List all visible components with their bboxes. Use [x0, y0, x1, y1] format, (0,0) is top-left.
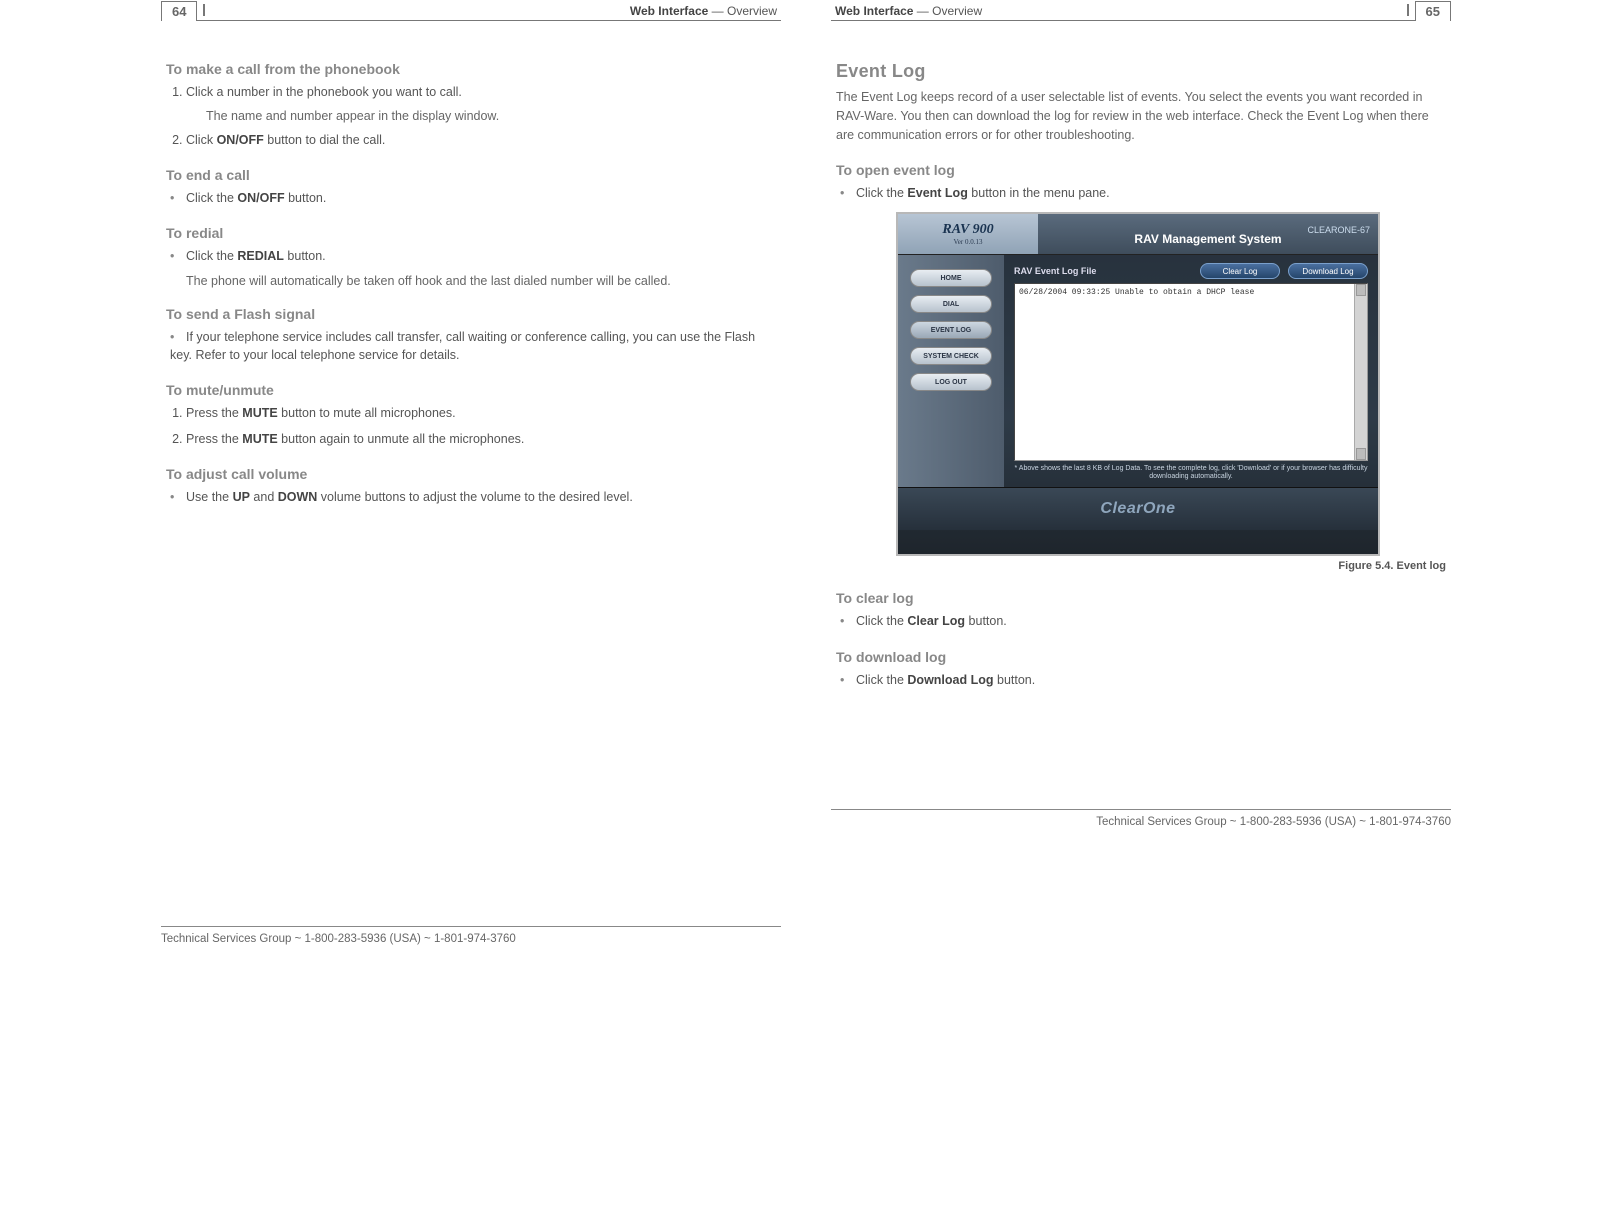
- log-file-label: RAV Event Log File: [1014, 266, 1192, 276]
- page-64: 64 Web Interface — Overview To make a ca…: [161, 0, 781, 985]
- list: Press the MUTE button to mute all microp…: [166, 404, 776, 448]
- page-footer: Technical Services Group ~ 1-800-283-593…: [161, 926, 781, 945]
- menu-button-system-check[interactable]: SYSTEM CHECK: [910, 347, 992, 365]
- figure-event-log-screenshot: RAV 900 Ver 0.0.13 CLEARONE-67 RAV Manag…: [896, 212, 1380, 556]
- subheading: To send a Flash signal: [166, 306, 776, 322]
- rav-logo: RAV 900 Ver 0.0.13: [898, 214, 1038, 254]
- subheading: To adjust call volume: [166, 466, 776, 482]
- menu-button-event-log[interactable]: EVENT LOG: [910, 321, 992, 339]
- list: Click a number in the phonebook you want…: [166, 83, 776, 149]
- log-hint-text: * Above shows the last 8 KB of Log Data.…: [1014, 465, 1368, 482]
- list-item: If your telephone service includes call …: [170, 328, 776, 364]
- menu-button-dial[interactable]: DIAL: [910, 295, 992, 313]
- page-header: 64 Web Interface — Overview: [161, 0, 781, 21]
- page-number: 64: [161, 1, 197, 21]
- page-number: 65: [1415, 1, 1451, 21]
- list: Click the REDIAL button.: [166, 247, 776, 265]
- hostname-label: CLEARONE-67: [1307, 225, 1370, 235]
- page-65: Web Interface — Overview 65 Event Log Th…: [831, 0, 1451, 985]
- list-item: Click the ON/OFF button.: [170, 189, 776, 207]
- event-log-textarea[interactable]: 06/28/2004 09:33:25 Unable to obtain a D…: [1014, 283, 1368, 460]
- subheading: To redial: [166, 225, 776, 241]
- list-item: Press the MUTE button again to unmute al…: [186, 430, 776, 448]
- list: Use the UP and DOWN volume buttons to ad…: [166, 488, 776, 506]
- subheading: To mute/unmute: [166, 382, 776, 398]
- menu-pane: HOME DIAL EVENT LOG SYSTEM CHECK LOG OUT: [898, 255, 1004, 487]
- menu-button-log-out[interactable]: LOG OUT: [910, 373, 992, 391]
- list: Click the ON/OFF button.: [166, 189, 776, 207]
- list-item: Click the REDIAL button.: [170, 247, 776, 265]
- app-title: RAV Management System: [1134, 232, 1281, 246]
- section-title-event-log: Event Log: [836, 61, 1446, 82]
- list: If your telephone service includes call …: [166, 328, 776, 364]
- header-title: Web Interface — Overview: [831, 1, 986, 20]
- subheading-download-log: To download log: [836, 649, 1446, 665]
- page-footer: Technical Services Group ~ 1-800-283-593…: [831, 809, 1451, 828]
- clear-log-button[interactable]: Clear Log: [1200, 263, 1280, 279]
- subheading-clear-log: To clear log: [836, 590, 1446, 606]
- list: Click the Clear Log button.: [836, 612, 1446, 630]
- note-text: The phone will automatically be taken of…: [186, 274, 776, 288]
- note-text: The name and number appear in the displa…: [206, 109, 776, 123]
- page-header: Web Interface — Overview 65: [831, 0, 1451, 21]
- clearone-logo: ClearOne: [1100, 500, 1175, 518]
- subheading: To make a call from the phonebook: [166, 61, 776, 77]
- subheading-open-event-log: To open event log: [836, 162, 1446, 178]
- list: Click the Event Log button in the menu p…: [836, 184, 1446, 202]
- scrollbar[interactable]: [1354, 284, 1367, 459]
- list-item: Click a number in the phonebook you want…: [186, 83, 776, 101]
- intro-paragraph: The Event Log keeps record of a user sel…: [836, 88, 1446, 144]
- list: Click the Download Log button.: [836, 671, 1446, 689]
- download-log-button[interactable]: Download Log: [1288, 263, 1368, 279]
- subheading: To end a call: [166, 167, 776, 183]
- list-item: Click ON/OFF button to dial the call.: [186, 131, 776, 149]
- list-item: Click the Event Log button in the menu p…: [840, 184, 1446, 202]
- header-title: Web Interface — Overview: [626, 1, 781, 20]
- menu-button-home[interactable]: HOME: [910, 269, 992, 287]
- list-item: Use the UP and DOWN volume buttons to ad…: [170, 488, 776, 506]
- list-item: Press the MUTE button to mute all microp…: [186, 404, 776, 422]
- figure-caption: Figure 5.4. Event log: [836, 560, 1446, 572]
- list-item: Click the Download Log button.: [840, 671, 1446, 689]
- list-item: Click the Clear Log button.: [840, 612, 1446, 630]
